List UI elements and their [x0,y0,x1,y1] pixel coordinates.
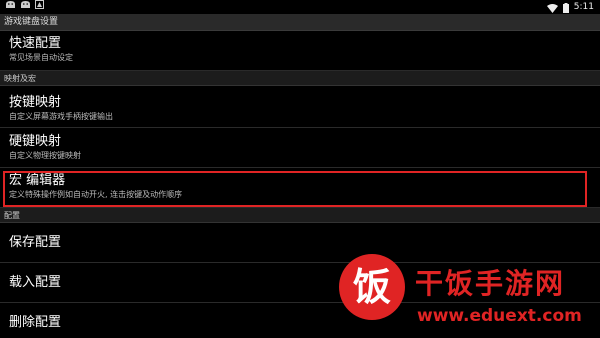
pref-subtitle: 自定义物理按键映射 [9,151,81,160]
pref-title: 按键映射 [9,95,62,110]
notification-icon [35,0,44,14]
pref-quick-config[interactable]: 快速配置 常见场景自动设定 [0,31,600,71]
highlight-box [3,171,587,207]
pref-subtitle: 常见场景自动设定 [9,53,73,62]
category-label: 映射及宏 [4,74,36,83]
category-header-mapping: 映射及宏 [0,71,600,86]
app-bar: 游戏键盘设置 [0,14,600,31]
category-header-config: 配置 [0,208,600,223]
svg-text:饭: 饭 [353,265,391,309]
pref-key-mapping[interactable]: 按键映射 自定义屏幕游戏手柄按键输出 [0,86,600,128]
pref-subtitle: 自定义屏幕游戏手柄按键输出 [9,112,113,121]
watermark: 饭 干饭手游网 www.eduext.com [335,250,595,335]
android-debug-icon [5,0,16,14]
watermark-logo: 饭 [339,254,405,320]
status-bar-left [0,0,44,14]
page-title: 游戏键盘设置 [4,17,59,27]
android-debug-icon [20,0,31,14]
watermark-name: 干饭手游网 [415,267,566,300]
category-label: 配置 [4,211,20,220]
pref-hardkey-mapping[interactable]: 硬键映射 自定义物理按键映射 [0,128,600,168]
pref-title: 保存配置 [9,235,62,250]
status-bar: 5:11 [0,0,600,14]
pref-title: 快速配置 [9,36,62,51]
status-time: 5:11 [573,2,594,12]
pref-title: 硬键映射 [9,134,62,149]
watermark-url: www.eduext.com [417,306,582,326]
